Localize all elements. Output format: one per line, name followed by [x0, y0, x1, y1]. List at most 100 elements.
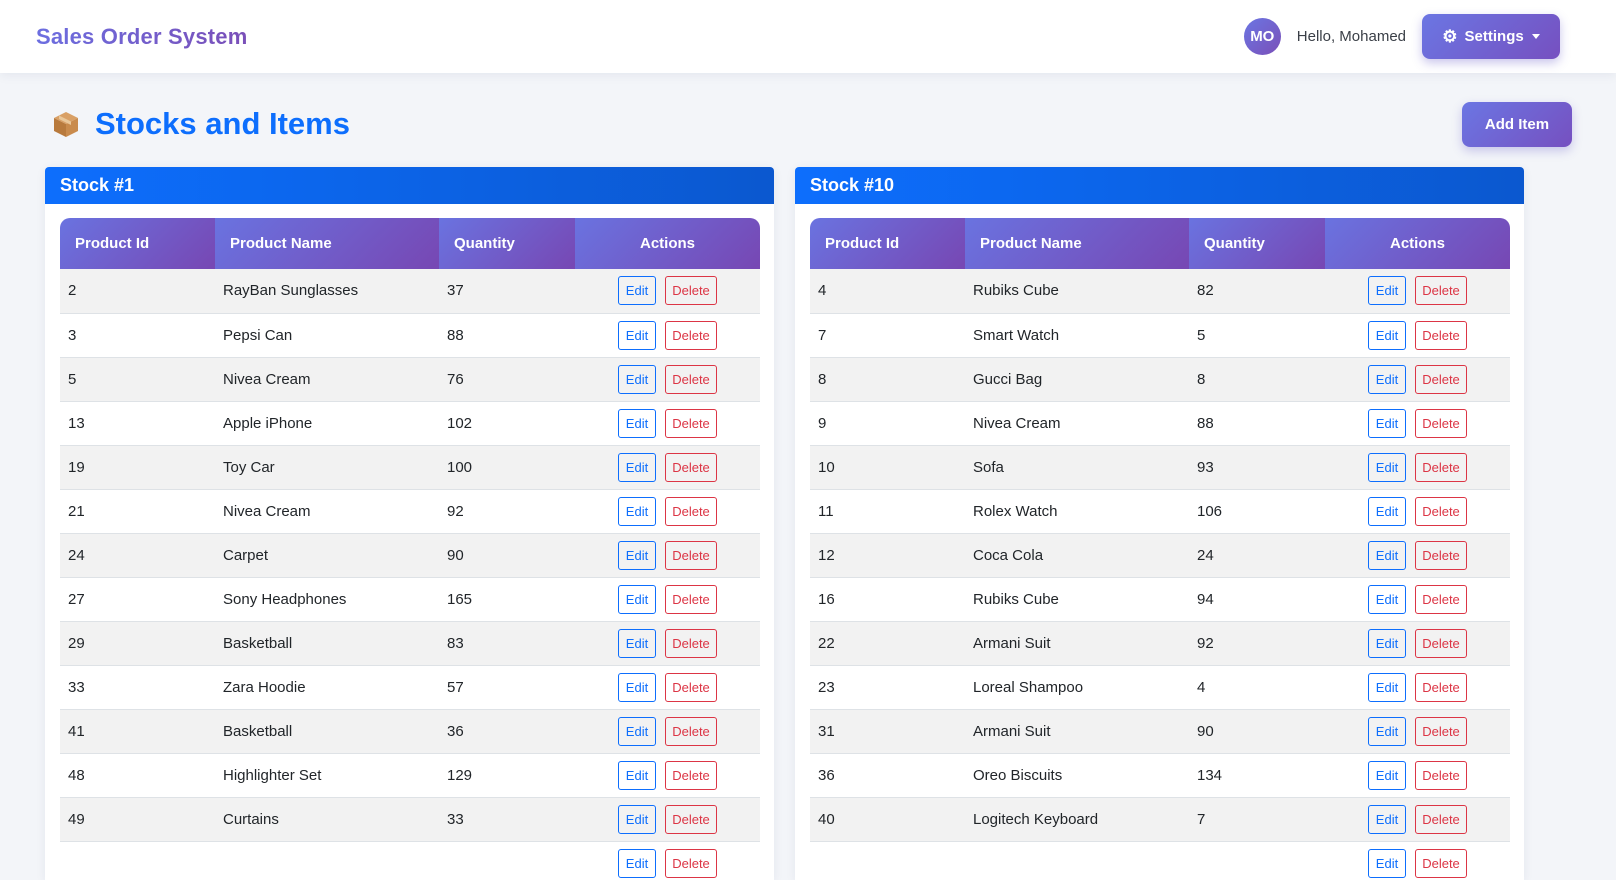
cell-actions: Edit Delete [1325, 621, 1510, 666]
cell-product-id: 4 [810, 269, 965, 314]
delete-button[interactable]: Delete [1415, 408, 1467, 438]
edit-button[interactable]: Edit [1368, 628, 1406, 658]
delete-button[interactable]: Delete [1415, 628, 1467, 658]
cell-product-id: 41 [60, 709, 215, 754]
edit-button[interactable]: Edit [1368, 672, 1406, 702]
delete-button[interactable]: Delete [665, 848, 717, 878]
table-row: 4 Rubiks Cube 82 Edit Delete [810, 269, 1510, 314]
cell-product-name: Curtains [215, 797, 439, 842]
delete-button[interactable]: Delete [665, 628, 717, 658]
table-row: 21 Nivea Cream 92 Edit Delete [60, 489, 760, 534]
edit-button[interactable]: Edit [618, 276, 656, 306]
table-row: 8 Gucci Bag 8 Edit Delete [810, 357, 1510, 402]
settings-dropdown-button[interactable]: ⚙ Settings [1422, 14, 1560, 59]
cell-actions: Edit Delete [1325, 445, 1510, 490]
edit-button[interactable]: Edit [1368, 716, 1406, 746]
edit-button[interactable]: Edit [1368, 452, 1406, 482]
cell-actions: Edit Delete [575, 665, 760, 710]
delete-button[interactable]: Delete [1415, 364, 1467, 394]
delete-button[interactable]: Delete [1415, 848, 1467, 878]
delete-button[interactable]: Delete [1415, 716, 1467, 746]
cell-product-name: Armani Suit [965, 709, 1189, 754]
edit-button[interactable]: Edit [618, 540, 656, 570]
cell-product-id: 48 [60, 753, 215, 798]
edit-button[interactable]: Edit [618, 848, 656, 878]
cell-product-id: 5 [60, 357, 215, 402]
edit-button[interactable]: Edit [618, 804, 656, 834]
delete-button[interactable]: Delete [1415, 804, 1467, 834]
cell-product-name: Carpet [215, 533, 439, 578]
cell-product-id: 7 [810, 313, 965, 358]
cell-quantity: 83 [439, 621, 575, 666]
edit-button[interactable]: Edit [618, 364, 656, 394]
cell-quantity: 100 [439, 445, 575, 490]
cell-quantity: 76 [439, 357, 575, 402]
delete-button[interactable]: Delete [1415, 452, 1467, 482]
edit-button[interactable]: Edit [1368, 540, 1406, 570]
cell-actions: Edit Delete [1325, 269, 1510, 314]
delete-button[interactable]: Delete [665, 540, 717, 570]
cell-product-name: Gucci Bag [965, 357, 1189, 402]
cell-quantity: 37 [439, 269, 575, 314]
delete-button[interactable]: Delete [665, 584, 717, 614]
cell-quantity: 93 [1189, 445, 1325, 490]
table-header-row: Product Id Product Name Quantity Actions [810, 218, 1510, 269]
edit-button[interactable]: Edit [618, 672, 656, 702]
header-actions: Actions [575, 218, 760, 269]
cell-actions: Edit Delete [1325, 709, 1510, 754]
edit-button[interactable]: Edit [618, 584, 656, 614]
table-row: 3 Pepsi Can 88 Edit Delete [60, 313, 760, 358]
edit-button[interactable]: Edit [1368, 848, 1406, 878]
edit-button[interactable]: Edit [1368, 804, 1406, 834]
delete-button[interactable]: Delete [1415, 496, 1467, 526]
delete-button[interactable]: Delete [665, 496, 717, 526]
delete-button[interactable]: Delete [665, 452, 717, 482]
edit-button[interactable]: Edit [1368, 320, 1406, 350]
cell-quantity: 90 [1189, 709, 1325, 754]
edit-button[interactable]: Edit [618, 452, 656, 482]
edit-button[interactable]: Edit [1368, 276, 1406, 306]
edit-button[interactable]: Edit [1368, 496, 1406, 526]
edit-button[interactable]: Edit [618, 760, 656, 790]
edit-button[interactable]: Edit [618, 320, 656, 350]
cell-actions: Edit Delete [575, 401, 760, 446]
edit-button[interactable]: Edit [618, 408, 656, 438]
delete-button[interactable]: Delete [665, 716, 717, 746]
delete-button[interactable]: Delete [665, 364, 717, 394]
app-brand[interactable]: Sales Order System [36, 24, 248, 50]
delete-button[interactable]: Delete [1415, 276, 1467, 306]
delete-button[interactable]: Delete [1415, 672, 1467, 702]
edit-button[interactable]: Edit [618, 628, 656, 658]
cell-product-name: Sofa [965, 445, 1189, 490]
delete-button[interactable]: Delete [1415, 760, 1467, 790]
delete-button[interactable]: Delete [665, 276, 717, 306]
cell-actions: Edit Delete [575, 753, 760, 798]
cell-product-id: 29 [60, 621, 215, 666]
user-avatar[interactable]: MO [1243, 18, 1281, 55]
delete-button[interactable]: Delete [665, 804, 717, 834]
delete-button[interactable]: Delete [665, 672, 717, 702]
add-item-button[interactable]: Add Item [1462, 101, 1572, 147]
edit-button[interactable]: Edit [1368, 584, 1406, 614]
table-row: 12 Coca Cola 24 Edit Delete [810, 533, 1510, 578]
delete-button[interactable]: Delete [1415, 584, 1467, 614]
table-row: 23 Loreal Shampoo 4 Edit Delete [810, 665, 1510, 710]
delete-button[interactable]: Delete [665, 408, 717, 438]
edit-button[interactable]: Edit [618, 496, 656, 526]
cell-actions: Edit Delete [1325, 401, 1510, 446]
edit-button[interactable]: Edit [1368, 760, 1406, 790]
cell-product-name [215, 841, 439, 880]
delete-button[interactable]: Delete [665, 320, 717, 350]
delete-button[interactable]: Delete [1415, 540, 1467, 570]
header-product-name: Product Name [215, 218, 439, 269]
delete-button[interactable]: Delete [665, 760, 717, 790]
cell-product-id: 11 [810, 489, 965, 534]
edit-button[interactable]: Edit [618, 716, 656, 746]
edit-button[interactable]: Edit [1368, 364, 1406, 394]
cell-quantity: 8 [1189, 357, 1325, 402]
edit-button[interactable]: Edit [1368, 408, 1406, 438]
cell-product-name: Pepsi Can [215, 313, 439, 358]
cell-product-name: Apple iPhone [215, 401, 439, 446]
cell-actions: Edit Delete [575, 313, 760, 358]
delete-button[interactable]: Delete [1415, 320, 1467, 350]
